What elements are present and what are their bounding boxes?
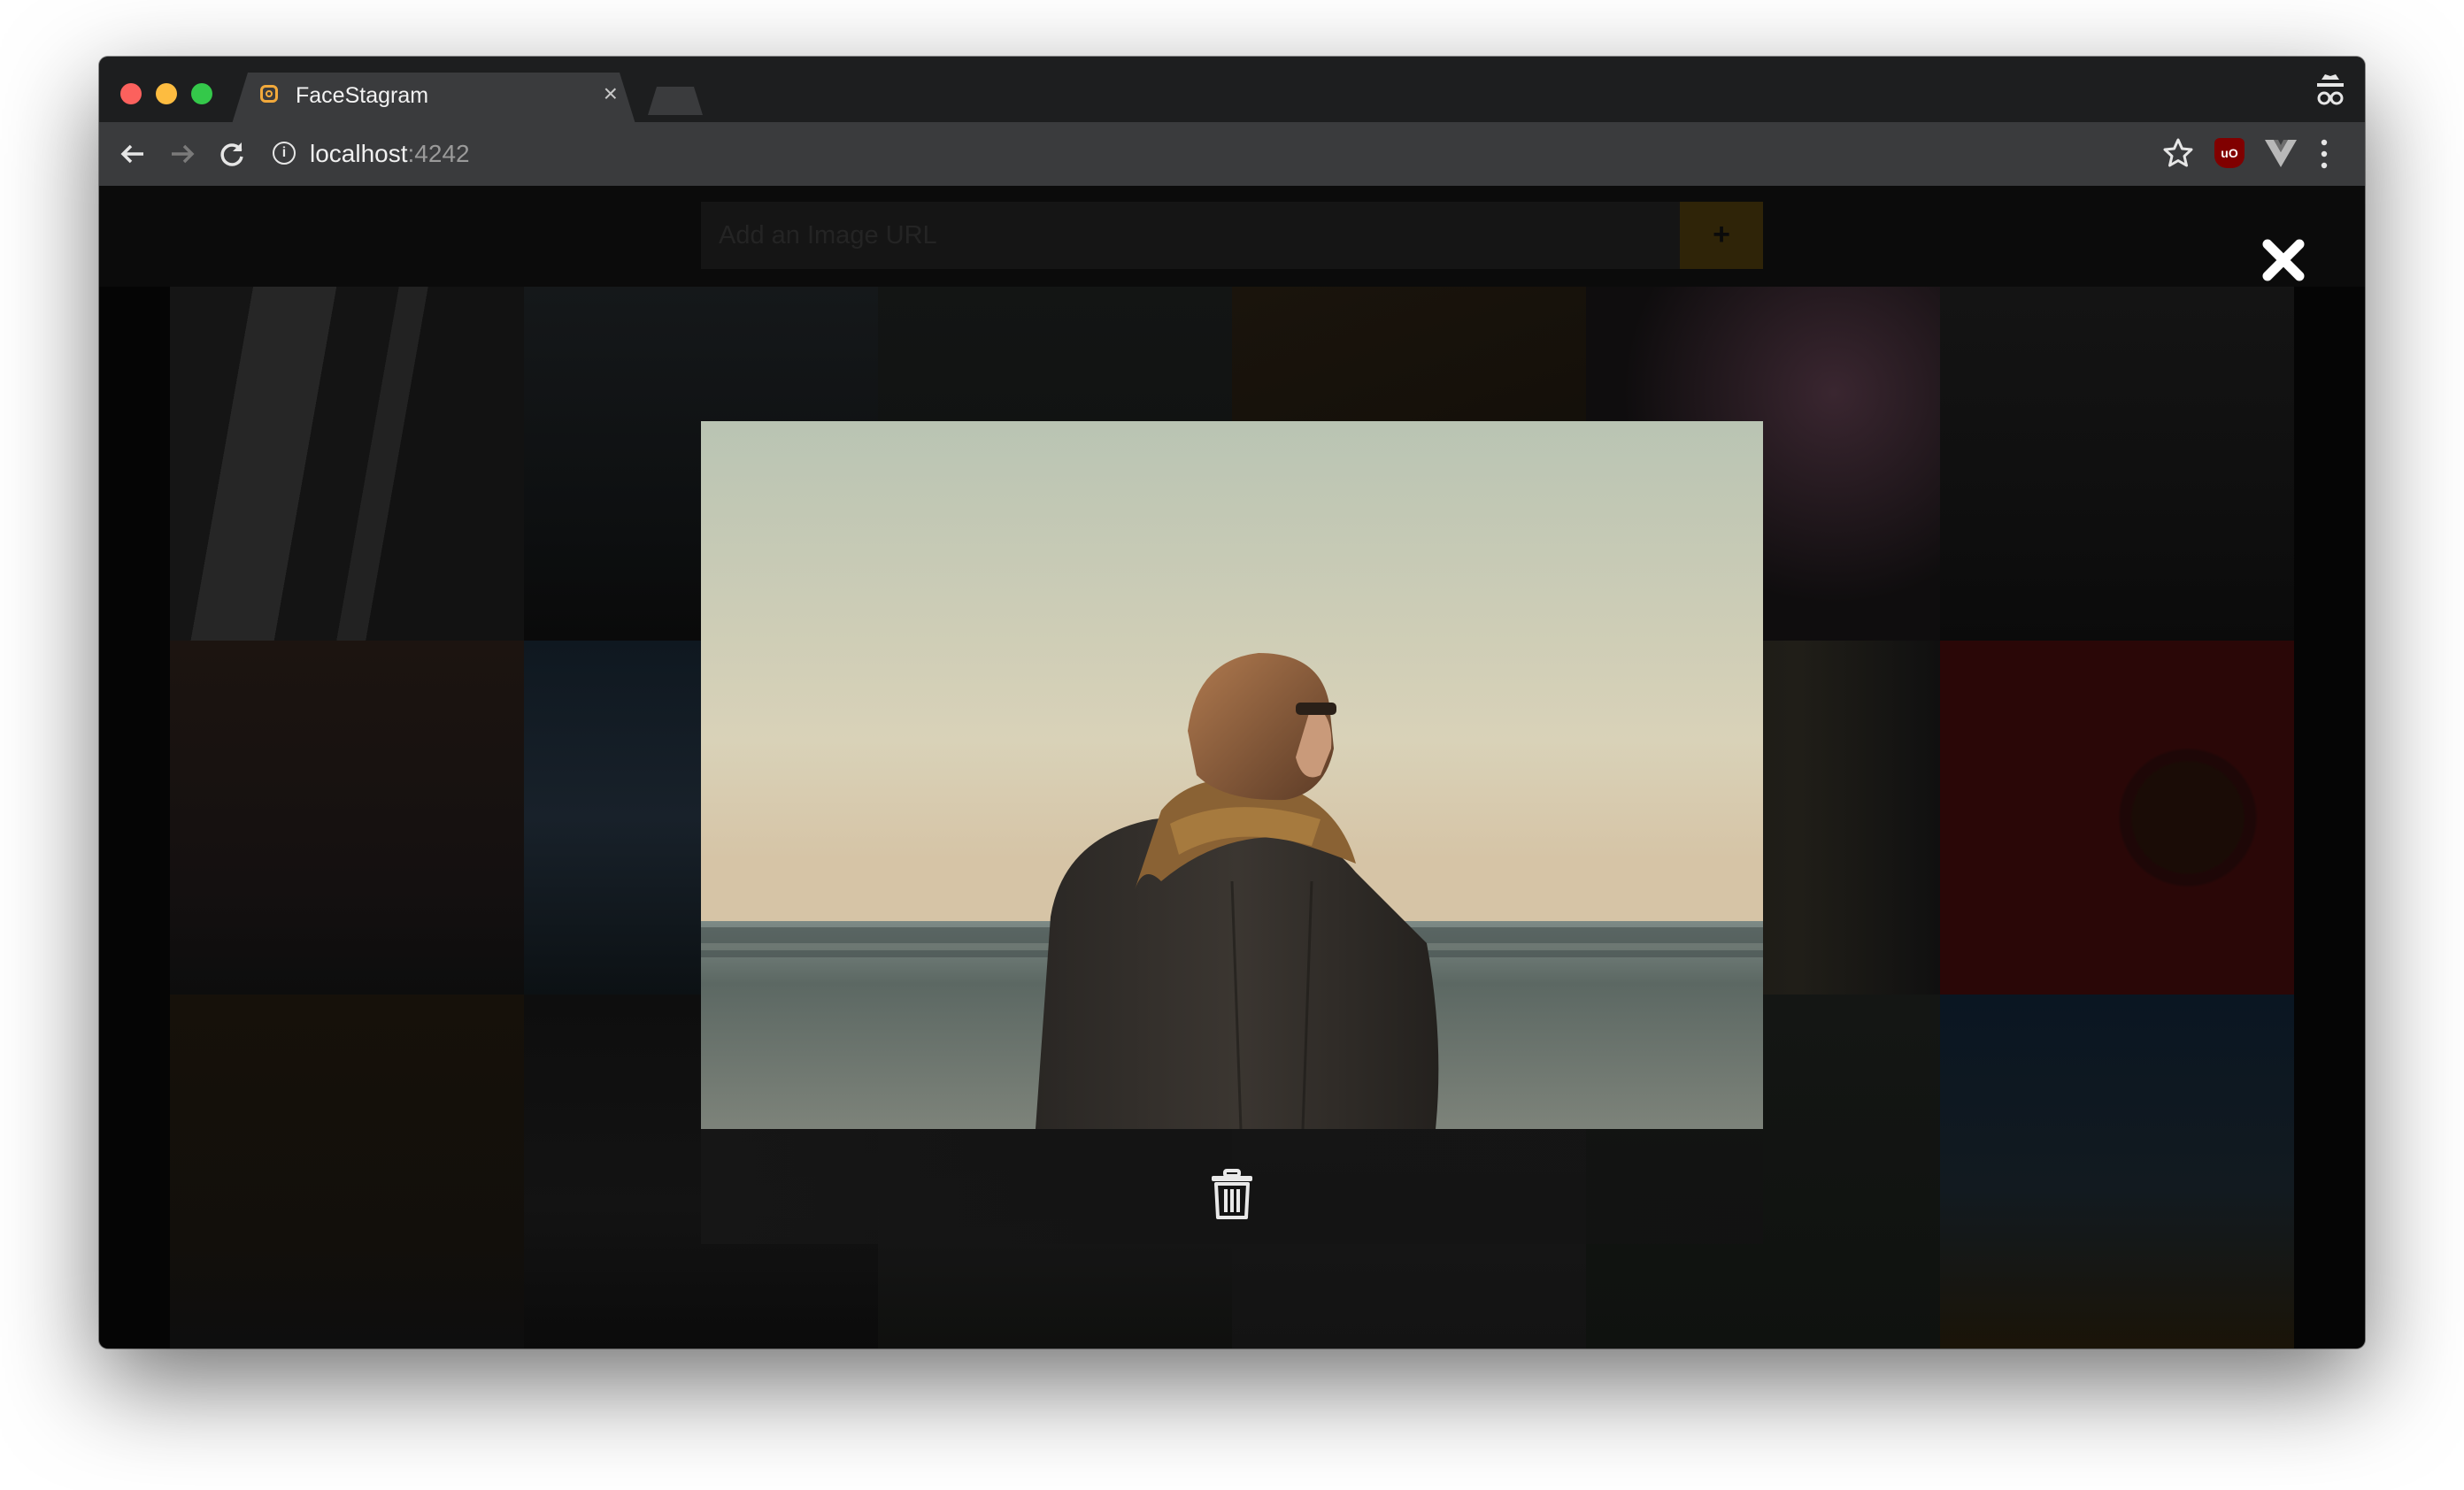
grid-tile[interactable]: [1940, 287, 2294, 641]
grid-tile[interactable]: [170, 287, 524, 641]
grid-tile[interactable]: [170, 995, 524, 1348]
url-text: localhost:4242: [310, 140, 470, 168]
add-image-button[interactable]: +: [1680, 202, 1763, 269]
grid-tile[interactable]: [170, 641, 524, 995]
page-content: +: [99, 186, 2365, 1348]
info-icon[interactable]: i: [273, 142, 296, 165]
incognito-icon: [2317, 74, 2344, 105]
trash-icon[interactable]: [1207, 1168, 1257, 1221]
browser-window: FaceStagram × i localhost:4242 uO Add an…: [99, 57, 2365, 1348]
tab-strip: FaceStagram ×: [99, 57, 2365, 122]
forward-icon[interactable]: [166, 138, 198, 170]
grid-tile[interactable]: [1940, 641, 2294, 995]
ublock-icon[interactable]: uO: [2214, 138, 2245, 168]
close-window-button[interactable]: [120, 83, 142, 104]
close-x-icon[interactable]: [2259, 235, 2308, 285]
add-image-bar: +: [99, 186, 2365, 287]
image-url-input[interactable]: [701, 202, 1680, 269]
grid-tile[interactable]: [1940, 995, 2294, 1348]
tab-title: FaceStagram: [296, 83, 429, 108]
photo-image: [701, 421, 1763, 1129]
tab-close-button[interactable]: ×: [604, 80, 618, 108]
url-host: localhost: [310, 140, 408, 167]
reload-icon[interactable]: [216, 138, 248, 170]
address-bar[interactable]: i localhost:4242: [264, 131, 2294, 177]
star-icon[interactable]: [2161, 136, 2195, 170]
new-tab-button[interactable]: [648, 87, 703, 115]
url-port: :4242: [407, 140, 470, 167]
browser-toolbar: i localhost:4242 uO: [99, 122, 2365, 186]
maximize-window-button[interactable]: [191, 83, 212, 104]
menu-icon[interactable]: [2319, 138, 2329, 170]
modal-photo: [701, 421, 1763, 1129]
instagram-favicon-icon: [260, 85, 278, 103]
back-icon[interactable]: [117, 138, 149, 170]
minimize-window-button[interactable]: [156, 83, 177, 104]
vue-devtools-icon[interactable]: [2264, 138, 2298, 168]
tab-facestagram[interactable]: FaceStagram ×: [232, 73, 635, 124]
